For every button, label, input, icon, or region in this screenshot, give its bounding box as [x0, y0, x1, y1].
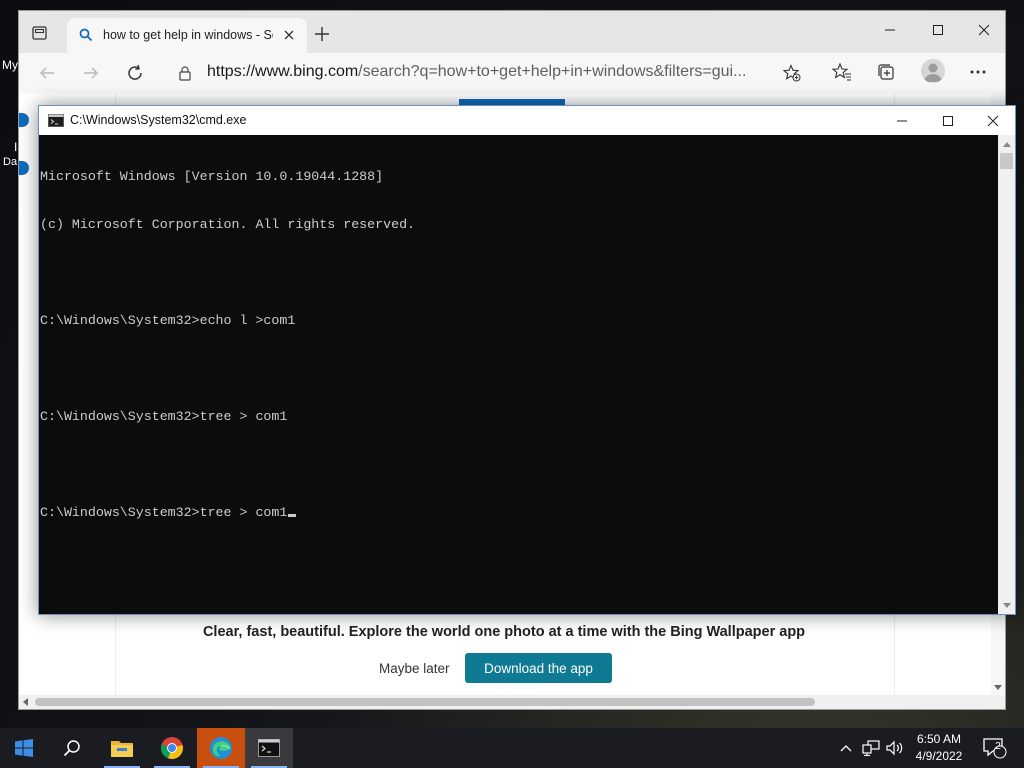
maximize-icon[interactable] — [915, 17, 961, 43]
back-arrow-icon[interactable] — [35, 61, 59, 85]
console-input-line[interactable]: C:\Windows\System32>tree > com1 — [40, 505, 998, 521]
desktop-label-fragment: My — [2, 58, 18, 72]
taskbar: 6:50 AM 4/9/2022 2 — [0, 728, 1024, 768]
url-host: https://www.bing.com — [207, 63, 359, 80]
notification-center-icon[interactable]: 2 — [978, 728, 1010, 768]
profile-avatar-icon[interactable] — [921, 59, 945, 83]
show-hidden-icons-chevron-icon[interactable] — [836, 728, 856, 768]
cmd-app-icon — [48, 114, 64, 127]
more-options-icon[interactable] — [967, 61, 989, 83]
console-line: C:\Windows\System32>echo l >com1 — [40, 313, 296, 328]
favorites-icon[interactable] — [831, 61, 853, 83]
tab-bar: how to get help in windows - Se — [19, 11, 1005, 53]
tab-title: how to get help in windows - Se — [103, 28, 273, 42]
url-path: /search?q=how+to+get+help+in+windows&fil… — [358, 63, 747, 80]
close-tab-icon[interactable] — [281, 27, 297, 43]
refresh-icon[interactable] — [123, 61, 147, 85]
download-app-button[interactable]: Download the app — [465, 653, 612, 683]
cmd-maximize-icon[interactable] — [925, 106, 971, 135]
minimize-icon[interactable] — [867, 17, 913, 43]
volume-icon[interactable] — [884, 728, 906, 768]
file-explorer-icon[interactable] — [98, 728, 146, 768]
desktop-label-fragment: I — [14, 140, 18, 154]
current-command: C:\Windows\System32>tree > com1 — [40, 505, 288, 520]
address-toolbar: https://www.bing.com/search?q=how+to+get… — [19, 53, 1005, 93]
start-icon[interactable] — [0, 728, 48, 768]
console-line: (c) Microsoft Corporation. All rights re… — [40, 217, 416, 232]
console-line: Microsoft Windows [Version 10.0.19044.12… — [40, 169, 384, 184]
cmd-icon[interactable] — [245, 728, 293, 768]
page-edge-accent — [19, 161, 29, 175]
desktop-label-fragment: Da — [3, 156, 18, 168]
cmd-close-icon[interactable] — [970, 106, 1016, 135]
console-output[interactable]: Microsoft Windows [Version 10.0.19044.12… — [39, 135, 998, 614]
edge-icon[interactable] — [197, 728, 245, 768]
scroll-left-icon[interactable] — [23, 698, 29, 706]
horizontal-scroll-thumb[interactable] — [35, 698, 815, 706]
search-icon[interactable] — [48, 728, 96, 768]
wallpaper-promo-text: Clear, fast, beautiful. Explore the worl… — [202, 624, 806, 640]
maybe-later-link[interactable]: Maybe later — [379, 661, 450, 676]
forward-arrow-icon[interactable] — [79, 61, 103, 85]
cmd-title: C:\Windows\System32\cmd.exe — [70, 113, 247, 127]
browser-tab[interactable]: how to get help in windows - Se — [67, 18, 307, 53]
chrome-icon[interactable] — [148, 728, 196, 768]
cmd-vertical-scrollbar[interactable] — [998, 135, 1015, 614]
text-cursor — [288, 514, 297, 517]
notification-count-badge: 2 — [995, 741, 1001, 752]
network-icon[interactable] — [860, 728, 882, 768]
collections-icon[interactable] — [875, 61, 897, 83]
scroll-up-icon[interactable] — [998, 135, 1015, 152]
new-tab-icon[interactable] — [313, 25, 331, 43]
url-text: https://www.bing.com/search?q=how+to+get… — [207, 63, 767, 81]
cmd-scroll-thumb[interactable] — [1000, 153, 1013, 169]
console-line: C:\Windows\System32>tree > com1 — [40, 409, 288, 424]
scroll-down-icon[interactable] — [998, 597, 1015, 614]
command-prompt-window: C:\Windows\System32\cmd.exe Microsoft Wi… — [38, 105, 1016, 615]
page-edge-accent — [19, 113, 29, 127]
clock-time: 6:50 AM — [916, 732, 962, 746]
add-favorite-icon[interactable] — [782, 64, 801, 82]
page-horizontal-scrollbar[interactable] — [19, 695, 1005, 709]
system-clock[interactable]: 6:50 AM 4/9/2022 — [904, 731, 974, 765]
lock-icon[interactable] — [177, 65, 193, 81]
address-bar[interactable]: https://www.bing.com/search?q=how+to+get… — [163, 57, 813, 89]
scroll-down-icon[interactable] — [994, 685, 1002, 691]
search-icon — [79, 28, 93, 42]
clock-date: 4/9/2022 — [915, 749, 963, 763]
tab-actions-icon[interactable] — [31, 25, 49, 41]
close-window-icon[interactable] — [961, 17, 1005, 43]
cmd-minimize-icon[interactable] — [879, 106, 925, 135]
cmd-title-bar[interactable]: C:\Windows\System32\cmd.exe — [39, 106, 1015, 135]
